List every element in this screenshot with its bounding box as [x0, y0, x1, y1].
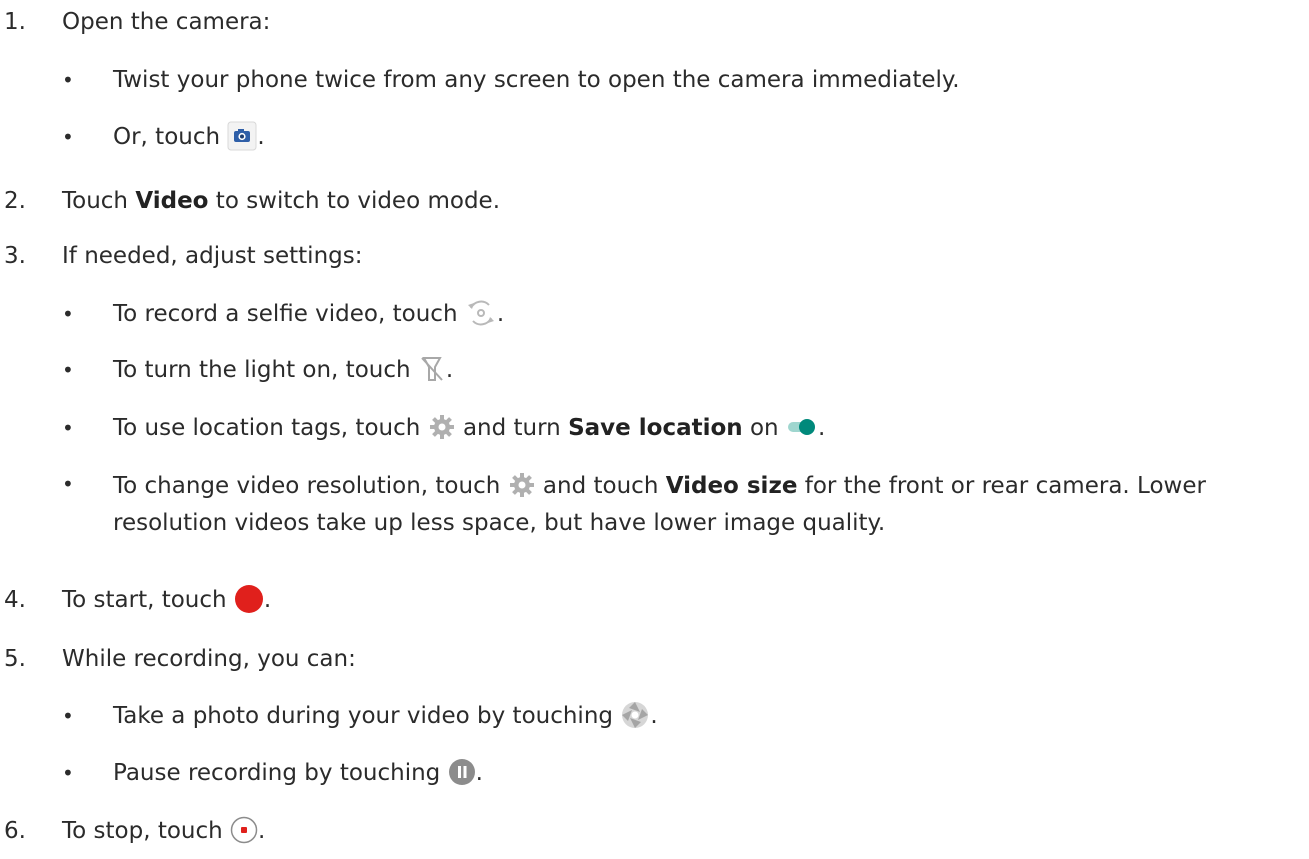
step-number: 4. — [4, 587, 26, 613]
bullet-text: To record a selfie video, touch . — [113, 298, 504, 331]
bullet-text: To change video resolution, touch and to… — [113, 468, 1309, 542]
bullet: • — [62, 761, 74, 785]
bullet-text: Pause recording by touching . — [113, 757, 483, 790]
step-text: While recording, you can: — [62, 646, 356, 672]
stop-button-icon — [230, 816, 258, 844]
step-text: Open the camera: — [62, 9, 271, 35]
step-number: 3. — [4, 243, 26, 269]
bullet: • — [62, 302, 74, 326]
bullet: • — [62, 68, 74, 92]
flash-off-icon — [418, 354, 446, 384]
bullet-text: Or, touch . — [113, 121, 265, 154]
step-text: If needed, adjust settings: — [62, 243, 363, 269]
bullet-text: Take a photo during your video by touchi… — [113, 700, 658, 733]
step-number: 5. — [4, 646, 26, 672]
bullet-text: Twist your phone twice from any screen t… — [113, 67, 960, 93]
step-text: To start, touch . — [62, 584, 271, 617]
step-number: 1. — [4, 9, 26, 35]
shutter-icon — [620, 700, 650, 730]
bullet-text: To use location tags, touch and turn Sav… — [113, 412, 825, 445]
camera-app-icon — [227, 121, 257, 151]
bullet: • — [62, 472, 74, 496]
bullet: • — [62, 125, 74, 149]
bullet: • — [62, 416, 74, 440]
settings-gear-icon — [508, 471, 536, 499]
step-text: Touch Video to switch to video mode. — [62, 188, 501, 214]
switch-camera-icon — [465, 299, 497, 327]
step-number: 2. — [4, 188, 26, 214]
save-location-label: Save location — [568, 415, 743, 441]
step-text: To stop, touch . — [62, 815, 265, 848]
pause-button-icon — [448, 758, 476, 786]
record-button-icon — [234, 584, 264, 614]
bullet: • — [62, 704, 74, 728]
bullet-text: To turn the light on, touch . — [113, 354, 453, 387]
video-size-label: Video size — [665, 473, 798, 499]
toggle-on-icon — [786, 416, 818, 438]
bullet: • — [62, 358, 74, 382]
video-mode-label: Video — [135, 188, 209, 214]
settings-gear-icon — [428, 413, 456, 441]
step-number: 6. — [4, 818, 26, 844]
